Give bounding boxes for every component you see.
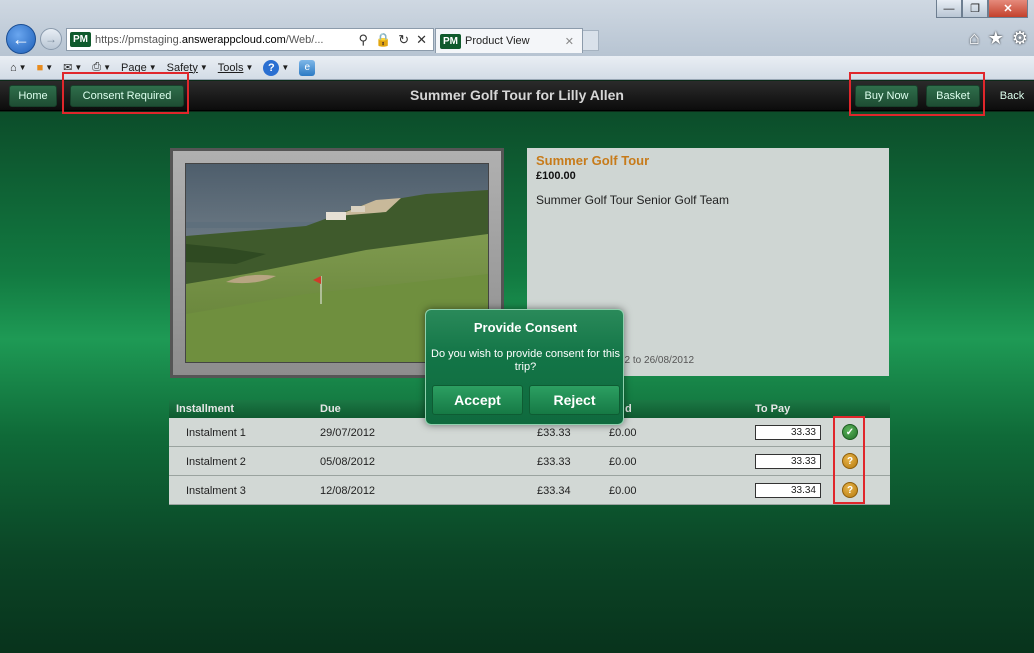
restore-icon[interactable]: ❐ [962,0,988,18]
to-pay-input[interactable]: 33.33 [755,454,821,469]
row-amount: £33.34 [537,485,571,497]
tab-product-view[interactable]: PM Product View ✕ [435,28,583,53]
table-row: Instalment 3 12/08/2012 £33.34 £0.00 33.… [169,476,890,505]
annotation-box-consent [62,72,189,114]
back-arrow-icon[interactable]: ← [6,24,36,54]
feeds-menu[interactable]: ■ ▼ [37,62,54,74]
row-name: Instalment 1 [186,427,246,439]
row-paid: £0.00 [609,427,637,439]
to-pay-input[interactable]: 33.34 [755,483,821,498]
header-installment: Installment [176,403,235,415]
tab-title: Product View [465,35,530,47]
search-icon[interactable]: ⚲ [358,32,368,48]
gear-icon[interactable]: ⚙ [1012,28,1028,49]
favorites-star-icon[interactable]: ★ [988,28,1004,49]
to-pay-input[interactable]: 33.33 [755,425,821,440]
header-to-pay: To Pay [755,403,791,415]
row-paid: £0.00 [609,485,637,497]
home-menu[interactable]: ⌂ ▼ [10,62,27,74]
reject-button[interactable]: Reject [529,385,620,415]
research-icon[interactable]: e [299,59,316,76]
minimize-icon[interactable]: — [936,0,962,18]
header-due: Due [320,403,341,415]
stop-icon[interactable]: ✕ [416,32,427,48]
row-paid: £0.00 [609,456,637,468]
help-icon: ? [263,59,280,76]
home-icon: ⌂ [10,61,17,74]
accept-button[interactable]: Accept [432,385,523,415]
back-button[interactable]: Back [990,85,1034,107]
product-dates: 12 to 26/08/2012 [619,355,695,366]
site-favicon: PM [70,32,91,47]
dialog-title: Provide Consent [473,320,578,335]
row-due: 05/08/2012 [320,456,376,468]
forward-arrow-icon[interactable]: → [40,28,62,50]
new-tab-button[interactable] [583,30,599,51]
address-bar[interactable]: PM https://pmstaging.answerappcloud.com/… [66,28,434,51]
home-icon[interactable]: ⌂ [969,28,980,49]
tab-close-icon[interactable]: ✕ [565,35,574,48]
tools-menu[interactable]: Tools ▼ [218,62,254,74]
lock-icon[interactable]: 🔒 [375,32,391,48]
row-amount: £33.33 [537,456,571,468]
browser-chrome: — ❐ ✕ ← → PM https://pmstaging.answerapp… [0,0,1034,56]
row-amount: £33.33 [537,427,571,439]
url-text[interactable]: https://pmstaging.answerappcloud.com/Web… [95,34,335,46]
product-name: Summer Golf Tour [536,153,650,168]
row-due: 29/07/2012 [320,427,376,439]
dialog-message: Do you wish to provide consent for this … [431,348,620,373]
table-row: Instalment 2 05/08/2012 £33.33 £0.00 33.… [169,447,890,476]
close-window-icon[interactable]: ✕ [988,0,1028,18]
annotation-box-purchase [849,72,985,116]
annotation-box-status [833,416,865,504]
consent-dialog: Provide Consent Do you wish to provide c… [425,309,624,425]
row-due: 12/08/2012 [320,485,376,497]
help-menu[interactable]: ? ▼ [263,59,289,76]
window-controls: — ❐ ✕ [936,0,1028,18]
refresh-icon[interactable]: ↻ [398,32,409,48]
header-paid: d [625,403,632,415]
product-description: Summer Golf Tour Senior Golf Team [536,193,729,207]
row-name: Instalment 2 [186,456,246,468]
row-name: Instalment 3 [186,485,246,497]
product-price: £100.00 [536,170,576,182]
rss-icon: ■ [36,61,44,74]
tab-favicon: PM [440,33,461,49]
